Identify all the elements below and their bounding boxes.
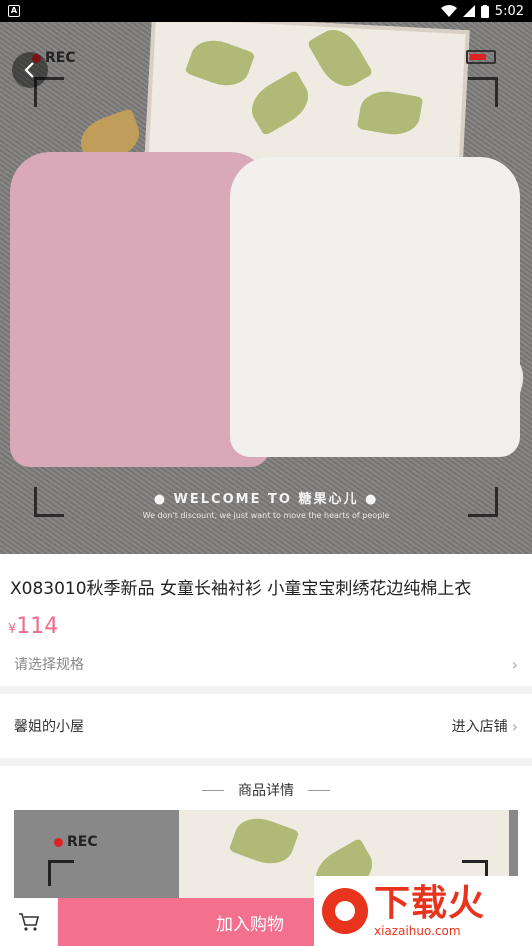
watermark-title: 下载火 [374, 883, 486, 924]
rec-dot-icon [54, 837, 63, 847]
screen: A 5:02 REC ● WELCOME TO 糖果心儿 ● We don't … [0, 0, 532, 946]
product-info: X083010秋季新品 女童长袖衬衫 小童宝宝刺绣花边纯棉上衣 ¥114 请选择… [0, 554, 532, 686]
wifi-icon [440, 5, 457, 17]
shop-name: 馨姐的小屋 [14, 719, 84, 735]
watermark-text: 下载火 xiazaihuo.com [374, 883, 486, 939]
camera-battery-icon [466, 50, 496, 64]
divider [308, 789, 330, 791]
price-value: 114 [16, 614, 59, 639]
rec-label: REC [67, 834, 98, 850]
signal-icon [462, 5, 475, 17]
enter-shop-label: 进入店铺 [451, 719, 508, 735]
status-bar: A 5:02 [0, 0, 532, 22]
cart-icon [18, 913, 39, 931]
status-time: 5:02 [494, 3, 524, 19]
white-shirt [230, 157, 520, 457]
shop-row: 馨姐的小屋 进入店铺 › [0, 694, 532, 758]
site-watermark: 下载火 xiazaihuo.com [314, 876, 532, 946]
chevron-left-icon [24, 62, 34, 78]
welcome-text: ● WELCOME TO 糖果心儿 ● [153, 492, 379, 507]
product-title: X083010秋季新品 女童长袖衬衫 小童宝宝刺绣花边纯棉上衣 [10, 579, 472, 599]
status-right: 5:02 [440, 3, 524, 19]
divider [202, 789, 224, 791]
product-price: ¥114 [8, 614, 58, 639]
rec-indicator: REC [54, 834, 98, 850]
detail-title: 商品详情 [238, 783, 294, 799]
status-left: A [8, 5, 20, 17]
rec-label: REC [45, 50, 76, 66]
flame-logo-icon [322, 888, 368, 934]
watermark-url: xiazaihuo.com [374, 924, 461, 938]
chevron-right-icon: › [511, 654, 518, 674]
app-notification-icon: A [8, 5, 20, 17]
battery-icon [480, 4, 489, 18]
enter-shop-link[interactable]: 进入店铺 › [452, 716, 518, 736]
frame-corner [48, 860, 74, 886]
frame-corner [468, 77, 498, 107]
spec-label: 请选择规格 [14, 657, 84, 673]
chevron-right-icon: › [511, 716, 518, 736]
detail-header: 商品详情 [0, 780, 532, 800]
cart-button[interactable] [0, 898, 58, 946]
spec-selector[interactable]: 请选择规格 › [14, 654, 518, 674]
welcome-subtext: We don't discount, we just want to move … [142, 511, 390, 520]
product-image[interactable]: REC ● WELCOME TO 糖果心儿 ● We don't discoun… [0, 22, 532, 554]
back-button[interactable] [12, 52, 48, 88]
